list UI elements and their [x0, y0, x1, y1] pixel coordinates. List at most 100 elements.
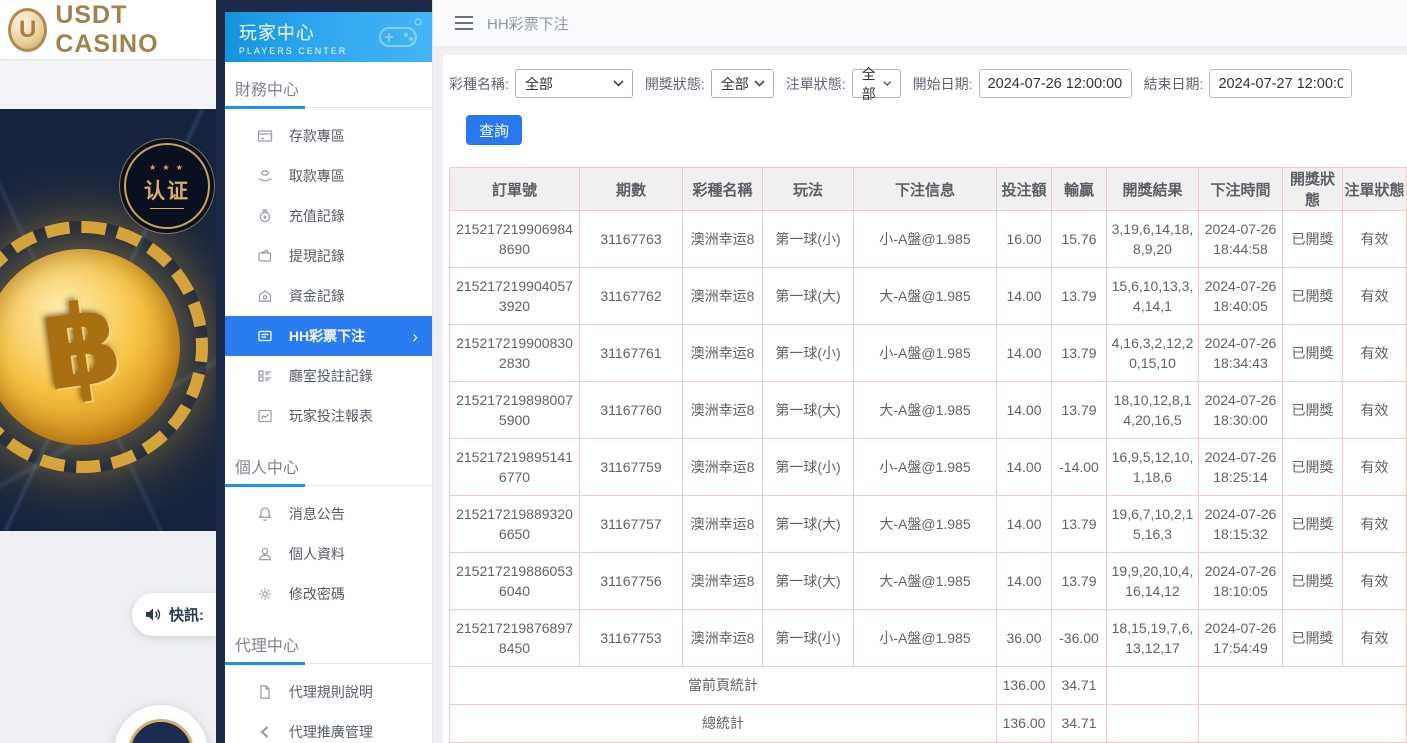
usdt-coin-icon: U — [8, 8, 47, 52]
chevron-down-icon — [754, 80, 765, 87]
cell-order-status: 有效 — [1343, 325, 1407, 382]
sidebar-item-room-record[interactable]: 廳室投註記錄 — [225, 356, 432, 396]
cell-win-loss: 13.79 — [1052, 553, 1107, 610]
cell-lottery-name: 澳洲幸运8 — [683, 610, 763, 667]
query-button[interactable]: 查詢 — [466, 115, 522, 145]
lottery-name-select[interactable]: 全部 — [515, 69, 633, 98]
cell-bet-info: 大-A盤@1.985 — [854, 382, 997, 439]
sidebar-top-strip — [225, 0, 432, 12]
sidebar-item-wallet[interactable]: 提現記錄 — [225, 236, 432, 276]
topbar: HH彩票下注 — [433, 0, 1407, 47]
wallet-icon — [257, 248, 273, 264]
summary-winloss-total: 34.71 — [1052, 667, 1107, 705]
sidebar-header: 玩家中心 PLAYERS CENTER — [225, 12, 432, 62]
sidebar-item-share[interactable]: 代理推廣管理 — [225, 712, 432, 743]
col-header-period: 期數 — [580, 168, 683, 211]
sidebar-item-gear[interactable]: 修改密碼 — [225, 574, 432, 614]
col-header-win-loss: 輸贏 — [1052, 168, 1107, 211]
sidebar-item-bell[interactable]: 消息公告 — [225, 494, 432, 534]
cell-order-no: 2152172198980075900 — [450, 382, 580, 439]
cell-draw-status: 已開獎 — [1283, 496, 1343, 553]
draw-status-select[interactable]: 全部 — [711, 69, 774, 98]
funds-safe-icon — [257, 288, 273, 304]
order-status-select[interactable]: 全部 — [852, 69, 901, 98]
table-row: 215217219895141677031167759澳洲幸运8第一球(小)小-… — [450, 439, 1407, 496]
cell-order-no: 2152172199008302830 — [450, 325, 580, 382]
cell-win-loss: 13.79 — [1052, 268, 1107, 325]
cell-draw-status: 已開獎 — [1283, 382, 1343, 439]
service-float-button[interactable] — [114, 705, 208, 743]
money-bag-icon — [257, 208, 273, 224]
cell-lottery-name: 澳洲幸运8 — [683, 496, 763, 553]
chevron-down-icon — [883, 80, 891, 87]
end-date-input[interactable] — [1209, 69, 1352, 98]
cell-order-no: 2152172198893206650 — [450, 496, 580, 553]
col-header-order-status: 注單狀態 — [1343, 168, 1407, 211]
summary-winloss-total: 34.71 — [1052, 705, 1107, 743]
cell-bet-amount: 16.00 — [997, 211, 1052, 268]
sidebar-item-user[interactable]: 個人資料 — [225, 534, 432, 574]
cell-order-status: 有效 — [1343, 268, 1407, 325]
summary-empty — [1199, 667, 1407, 705]
sidebar-nav: 財務中心存款專區取款專區充值記錄提現記錄資金記錄HH彩票下注› 廳室投註記錄玩家投… — [225, 62, 432, 743]
sidebar-item-deposit-card[interactable]: 存款專區 — [225, 116, 432, 156]
cell-bet-info: 大-A盤@1.985 — [854, 496, 997, 553]
cell-draw-status: 已開獎 — [1283, 553, 1343, 610]
left-gap-strip — [0, 60, 216, 109]
sidebar-item-report-chart[interactable]: 玩家投注報表 — [225, 396, 432, 436]
cell-bet-info: 小-A盤@1.985 — [854, 325, 997, 382]
brand-logo[interactable]: U USDT CASINO — [0, 0, 216, 60]
col-header-bet-time: 下注時間 — [1199, 168, 1283, 211]
sidebar-section-title: 財務中心 — [225, 68, 432, 108]
cell-bet-amount: 14.00 — [997, 439, 1052, 496]
table-row: 215217219898007590031167760澳洲幸运8第一球(大)大-… — [450, 382, 1407, 439]
col-header-draw-result: 開獎結果 — [1107, 168, 1199, 211]
table-header-row: 訂單號期數彩種名稱玩法下注信息投注額輸贏開獎結果下注時間開獎狀態注單狀態 — [450, 168, 1407, 211]
sidebar-item-label: 代理推廣管理 — [289, 722, 373, 742]
table-row: 215217219904057392031167762澳洲幸运8第一球(大)大-… — [450, 268, 1407, 325]
cell-draw-result: 19,6,7,10,2,15,16,3 — [1107, 496, 1199, 553]
cell-bet-amount: 36.00 — [997, 610, 1052, 667]
sidebar-item-funds-safe[interactable]: 資金記錄 — [225, 276, 432, 316]
bets-table: 訂單號期數彩種名稱玩法下注信息投注額輸贏開獎結果下注時間開獎狀態注單狀態2152… — [449, 167, 1407, 743]
lottery-name-label: 彩種名稱: — [449, 74, 509, 94]
share-icon — [257, 724, 273, 740]
deposit-card-icon — [257, 128, 273, 144]
cell-period: 31167757 — [580, 496, 683, 553]
cell-bet-info: 小-A盤@1.985 — [854, 439, 997, 496]
summary-bet-total: 136.00 — [997, 667, 1052, 705]
sidebar-item-withdraw-hand[interactable]: 取款專區 — [225, 156, 432, 196]
cell-win-loss: -14.00 — [1052, 439, 1107, 496]
sidebar-item-document[interactable]: 代理規則說明 — [225, 672, 432, 712]
document-icon — [257, 684, 273, 700]
cell-order-no: 2152172198951416770 — [450, 439, 580, 496]
menu-toggle-icon[interactable] — [455, 16, 473, 30]
table-row: 215217219889320665031167757澳洲幸运8第一球(大)大-… — [450, 496, 1407, 553]
cell-period: 31167763 — [580, 211, 683, 268]
summary-empty — [1107, 667, 1199, 705]
cell-order-no: 2152172198768978450 — [450, 610, 580, 667]
end-date-label: 結束日期: — [1144, 74, 1204, 94]
cell-order-status: 有效 — [1343, 211, 1407, 268]
cell-bet-time: 2024-07-26 17:54:49 — [1199, 610, 1283, 667]
news-ticker[interactable]: 快訊: — [132, 593, 216, 636]
table-row: 215217219906984869031167763澳洲幸运8第一球(小)小-… — [450, 211, 1407, 268]
cell-order-status: 有效 — [1343, 382, 1407, 439]
cell-lottery-name: 澳洲幸运8 — [683, 325, 763, 382]
cell-lottery-name: 澳洲幸运8 — [683, 268, 763, 325]
table-row: 215217219876897845031167753澳洲幸运8第一球(小)小-… — [450, 610, 1407, 667]
cell-play-type: 第一球(小) — [763, 211, 854, 268]
sidebar-item-label: 廳室投註記錄 — [289, 366, 373, 386]
sidebar-item-money-bag[interactable]: 充值記錄 — [225, 196, 432, 236]
table-row: 215217219900830283031167761澳洲幸运8第一球(小)小-… — [450, 325, 1407, 382]
start-date-input[interactable] — [979, 69, 1132, 98]
sidebar-item-label: 充值記錄 — [289, 206, 345, 226]
summary-empty — [1107, 705, 1199, 743]
cell-draw-result: 3,19,6,14,18,8,9,20 — [1107, 211, 1199, 268]
cell-order-no: 2152172199069848690 — [450, 211, 580, 268]
cell-lottery-name: 澳洲幸运8 — [683, 439, 763, 496]
content-area: 彩種名稱: 全部 開獎狀態: 全部 注單狀態: 全部 — [433, 47, 1407, 743]
sidebar-item-lottery-ticket[interactable]: HH彩票下注› — [225, 316, 432, 356]
sidebar-item-label: 存款專區 — [289, 126, 345, 146]
cell-win-loss: -36.00 — [1052, 610, 1107, 667]
